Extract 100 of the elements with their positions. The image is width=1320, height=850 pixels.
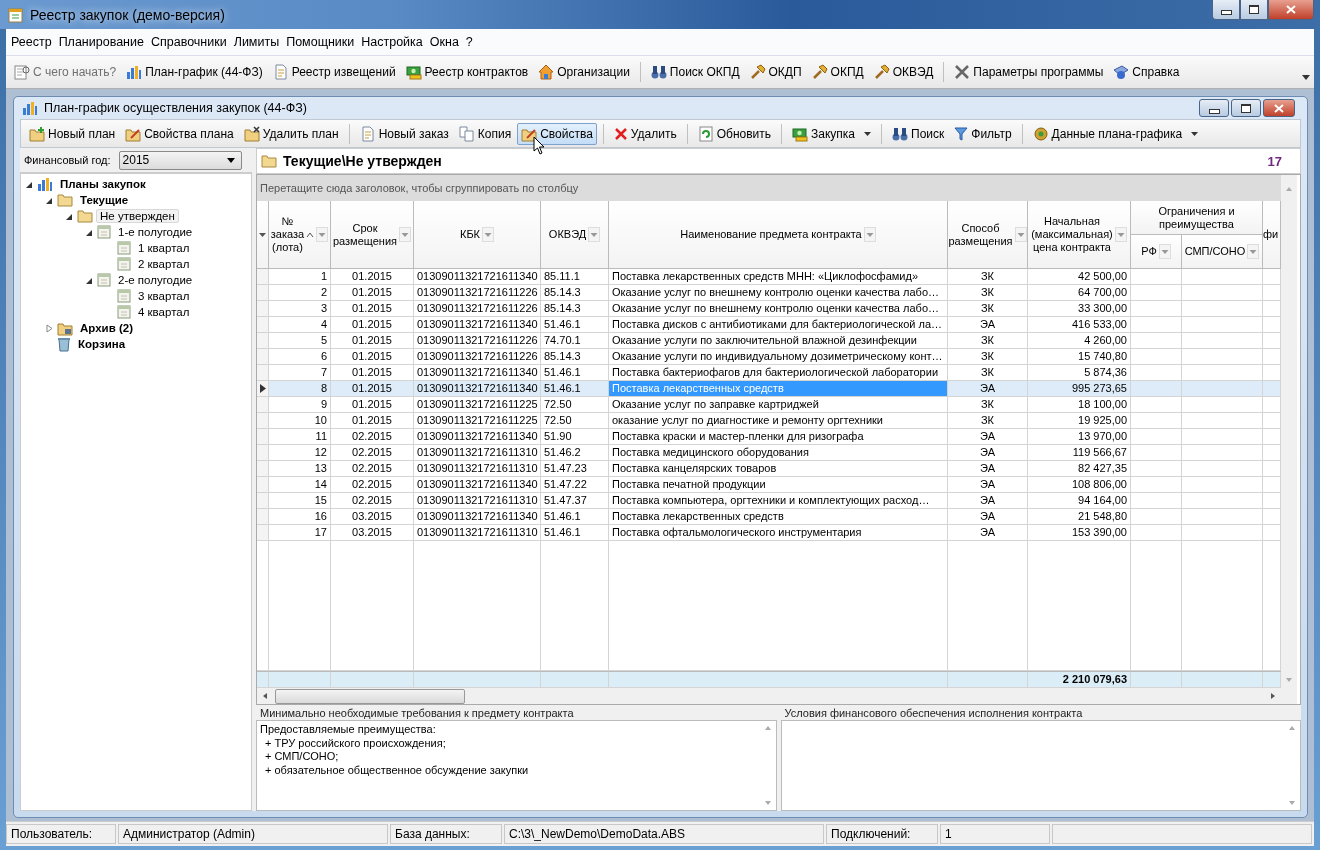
toolbar-button[interactable]: Свойства: [517, 122, 597, 145]
column-header[interactable]: Способ размещения: [948, 201, 1028, 269]
table-row[interactable]: 13 02.2015 01309011321721611310 51.47.23 Поставка канцелярских товаров ЭА 82 427,35: [257, 461, 1281, 477]
row-header-cell[interactable]: [257, 445, 269, 461]
toolbar-button[interactable]: Организации: [534, 61, 634, 83]
filter-dropdown-button[interactable]: [1114, 227, 1127, 242]
minimize-button[interactable]: [1212, 0, 1240, 20]
table-row[interactable]: 2 01.2015 01309011321721611226 85.14.3 Оказание услуг по внешнему контролю оценки качества лабо… ЗК 64 700,00: [257, 285, 1281, 301]
scroll-down-icon[interactable]: [1288, 800, 1296, 806]
row-header-cell[interactable]: [257, 317, 269, 333]
tree-item[interactable]: Текущие: [76, 193, 133, 207]
toolbar-button[interactable]: Поиск ОКПД: [646, 61, 744, 83]
table-row[interactable]: 17 03.2015 01309011321721611310 51.46.1 Поставка офтальмологического инструментария ЭА 153 390,00: [257, 525, 1281, 541]
row-header-cell[interactable]: [257, 381, 269, 397]
toolbar-button[interactable]: Фильтр: [950, 123, 1016, 144]
horizontal-scrollbar[interactable]: [257, 688, 1281, 704]
column-header[interactable]: № заказа (лота): [269, 201, 331, 269]
scroll-down-icon[interactable]: [1285, 676, 1293, 684]
row-header-cell[interactable]: [257, 301, 269, 317]
filter-dropdown-button[interactable]: [1247, 244, 1260, 259]
table-row[interactable]: 4 01.2015 01309011321721611340 51.46.1 Поставка дисков с антибиотиками для бактериологической ла… ЭА 416 533,00: [257, 317, 1281, 333]
row-header-cell[interactable]: [257, 525, 269, 541]
filter-dropdown-button[interactable]: [482, 227, 494, 242]
toolbar-button[interactable]: Удалить план: [239, 122, 343, 145]
minimize-button[interactable]: [1199, 99, 1229, 117]
vertical-scrollbar[interactable]: [1281, 175, 1297, 704]
table-row[interactable]: 12 02.2015 01309011321721611310 51.46.2 Поставка медицинского оборудования ЭА 119 566,67: [257, 445, 1281, 461]
row-header-cell[interactable]: [257, 461, 269, 477]
row-header-cell[interactable]: [257, 285, 269, 301]
scroll-left-icon[interactable]: [261, 692, 269, 700]
row-header-cell[interactable]: [257, 365, 269, 381]
toolbar-button[interactable]: Реестр извещений: [268, 61, 400, 83]
row-header-cell[interactable]: [257, 429, 269, 445]
tree-item[interactable]: 2-е полугодие: [114, 273, 197, 287]
filter-dropdown-button[interactable]: [399, 227, 412, 242]
column-header[interactable]: ОКВЭД: [541, 201, 609, 269]
toolbar-button[interactable]: Новый заказ: [355, 122, 453, 145]
table-row[interactable]: 8 01.2015 01309011321721611340 51.46.1 Поставка лекарственных средств ЭА 995 273,65: [257, 381, 1281, 397]
toolbar-button[interactable]: ОКДП: [745, 61, 806, 83]
scroll-up-icon[interactable]: [1288, 725, 1296, 731]
row-header-cell[interactable]: [257, 333, 269, 349]
toolbar-button[interactable]: Закупка: [788, 122, 875, 145]
column-header[interactable]: фи: [1263, 201, 1281, 269]
toolbar-button[interactable]: Удалить: [609, 123, 681, 144]
row-header-cell[interactable]: [257, 413, 269, 429]
toolbar-button[interactable]: Новый план: [25, 122, 120, 145]
toolbar-button[interactable]: План-график (44-ФЗ): [122, 61, 267, 83]
table-row[interactable]: 6 01.2015 01309011321721611226 85.14.3 Оказание услуги по индивидуальному дозиметрическому конт… ЗК 15 740,80: [257, 349, 1281, 365]
maximize-button[interactable]: [1231, 99, 1261, 117]
row-header-cell[interactable]: [257, 493, 269, 509]
menu-item[interactable]: Реестр: [8, 33, 55, 51]
table-row[interactable]: 3 01.2015 01309011321721611226 85.14.3 Оказание услуг по внешнему контролю оценки качества лабо… ЗК 33 300,00: [257, 301, 1281, 317]
row-header-cell[interactable]: [257, 349, 269, 365]
filter-dropdown-button[interactable]: [316, 227, 329, 242]
column-header[interactable]: Срок размещения: [331, 201, 414, 269]
toolbar-button[interactable]: ОКВЭД: [869, 61, 938, 83]
menu-item[interactable]: Помощники: [283, 33, 358, 51]
tree-item[interactable]: Архив (2): [76, 321, 137, 335]
column-header[interactable]: Наименование предмета контракта: [609, 201, 948, 269]
row-header-cell[interactable]: [257, 509, 269, 525]
toolbar-button[interactable]: ОКПД: [807, 61, 868, 83]
close-button[interactable]: [1263, 99, 1295, 117]
table-row[interactable]: 5 01.2015 01309011321721611226 74.70.1 Оказание услуги по заключительной влажной дезинфекции ЗК 4 260,00: [257, 333, 1281, 349]
table-row[interactable]: 1 01.2015 01309011321721611340 85.11.1 Поставка лекарственных средств МНН: «Циклофосфамид» ЗК 42 500,00: [257, 269, 1281, 285]
maximize-button[interactable]: [1240, 0, 1268, 20]
menu-item[interactable]: Окна: [426, 33, 462, 51]
filter-dropdown-button[interactable]: [1014, 227, 1027, 242]
row-header-cell[interactable]: [257, 269, 269, 285]
table-row[interactable]: 14 02.2015 01309011321721611340 51.47.22 Поставка печатной продукции ЭА 108 806,00: [257, 477, 1281, 493]
table-row[interactable]: 11 02.2015 01309011321721611340 51.90 Поставка краски и мастер-пленки для ризографа ЭА 13 970,00: [257, 429, 1281, 445]
filter-dropdown-button[interactable]: [588, 227, 601, 242]
row-header-cell[interactable]: [257, 397, 269, 413]
toolbar-button[interactable]: Реестр контрактов: [401, 61, 533, 83]
tree-item[interactable]: Не утвержден: [96, 209, 179, 223]
scroll-down-icon[interactable]: [763, 800, 772, 806]
scroll-up-icon[interactable]: [1285, 185, 1293, 193]
scroll-up-icon[interactable]: [763, 725, 772, 731]
toolbar-button[interactable]: Справка: [1109, 61, 1184, 83]
menu-item[interactable]: Планирование: [55, 33, 147, 51]
tree-item[interactable]: 1 квартал: [134, 241, 194, 255]
tree-item[interactable]: 4 квартал: [134, 305, 194, 319]
toolbar-button[interactable]: Данные плана-графика: [1028, 122, 1203, 145]
column-header[interactable]: Начальная (максимальная) цена контракта: [1028, 201, 1131, 269]
requirements-text-area[interactable]: Предоставляемые преимущества: + ТРУ российского происхождения; + СМП/СОНО; + обязательное общественное обсуждение закупки: [256, 720, 777, 811]
column-header[interactable]: РФ: [1131, 235, 1182, 269]
toolbar-button[interactable]: Поиск: [888, 122, 949, 145]
toolbar-button[interactable]: Свойства плана: [121, 122, 238, 145]
collapsed-arrow-icon[interactable]: [45, 323, 54, 333]
menu-item[interactable]: Настройка: [358, 33, 426, 51]
column-header[interactable]: СМП/СОНО: [1182, 235, 1263, 269]
table-row[interactable]: 10 01.2015 01309011321721611225 72.50 оказание услуг по диагностике и ремонту оргтехники ЗК 19 925,00: [257, 413, 1281, 429]
row-header-cell[interactable]: [257, 477, 269, 493]
column-chooser-icon[interactable]: [259, 232, 266, 237]
table-row[interactable]: 15 02.2015 01309011321721611310 51.47.37 Поставка компьютера, оргтехники и комплектующих расход… ЭА 94 164,00: [257, 493, 1281, 509]
menu-item[interactable]: Лимиты: [230, 33, 283, 51]
tree-item[interactable]: Планы закупок: [56, 177, 150, 191]
menu-item[interactable]: Справочники: [147, 33, 230, 51]
filter-dropdown-button[interactable]: [1158, 244, 1171, 259]
filter-dropdown-button[interactable]: [863, 227, 876, 242]
menu-item[interactable]: ?: [462, 33, 476, 51]
